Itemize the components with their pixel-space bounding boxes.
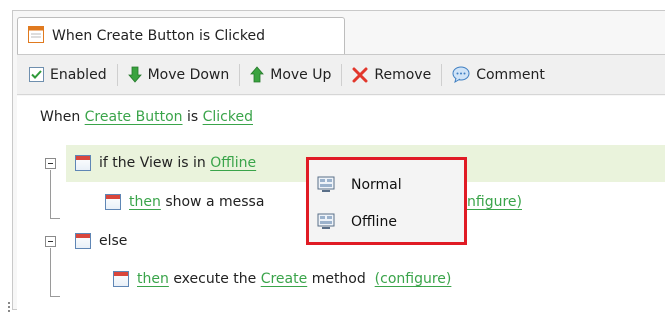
tab-when-create-button-clicked[interactable]: When Create Button is Clicked: [17, 17, 345, 54]
else-label: else: [99, 233, 128, 249]
method-link[interactable]: Create: [261, 271, 308, 287]
remove-label: Remove: [374, 66, 432, 83]
rule-icon: [28, 25, 44, 47]
toolbar: Enabled Move Down Move Up Remove Comment: [17, 54, 665, 95]
enabled-toggle[interactable]: Enabled: [27, 61, 113, 88]
comment-button[interactable]: Comment: [446, 61, 551, 88]
then-link[interactable]: then: [137, 271, 169, 287]
control-link[interactable]: Create Button: [85, 109, 183, 125]
execute-prefix: execute the: [173, 271, 257, 287]
collapse-toggle-else[interactable]: [45, 236, 56, 247]
monitor-icon: [317, 213, 335, 231]
condition-icon: [75, 155, 91, 171]
collapse-toggle-if[interactable]: [45, 158, 56, 169]
action-icon: [113, 271, 129, 287]
else-icon: [75, 233, 91, 249]
then-execute-line[interactable]: then execute the Create method (configur…: [113, 271, 451, 287]
monitor-icon: [317, 176, 335, 194]
action-icon: [105, 194, 121, 210]
toolbar-separator: [116, 63, 118, 86]
checkbox-checked-icon: [29, 67, 44, 82]
when-prefix: When: [40, 109, 81, 125]
menu-item-offline[interactable]: Offline: [317, 208, 457, 236]
tree-connector: [50, 296, 60, 297]
event-link[interactable]: Clicked: [203, 109, 253, 125]
toolbar-separator: [239, 63, 241, 86]
if-condition-line[interactable]: if the View is in Offline: [75, 155, 256, 171]
message-action-text: show a messa: [165, 194, 265, 210]
tree-connector: [50, 248, 51, 296]
move-up-label: Move Up: [270, 66, 332, 83]
tab-title: When Create Button is Clicked: [52, 28, 265, 44]
resize-grip[interactable]: [8, 302, 10, 312]
then-message-line[interactable]: then show a messa: [105, 194, 264, 210]
menu-item-normal-label: Normal: [351, 177, 402, 193]
toolbar-separator: [341, 63, 343, 86]
comment-label: Comment: [476, 66, 545, 83]
close-x-icon: [352, 67, 368, 83]
menu-item-offline-label: Offline: [351, 214, 397, 230]
condition-prefix: if the View is in: [99, 155, 206, 171]
tree-connector: [50, 218, 60, 219]
then-link[interactable]: then: [129, 194, 161, 210]
view-mode-dropdown: Normal Offline: [306, 157, 467, 245]
move-down-label: Move Down: [147, 66, 230, 83]
configure-link-partial[interactable]: nfigure): [467, 194, 522, 210]
enabled-label: Enabled: [50, 66, 107, 83]
move-down-button[interactable]: Move Down: [122, 61, 236, 88]
execute-suffix: method: [311, 271, 366, 287]
view-mode-link[interactable]: Offline: [210, 155, 256, 171]
arrow-down-icon: [127, 66, 142, 83]
else-line[interactable]: else: [75, 233, 127, 249]
menu-item-normal[interactable]: Normal: [317, 171, 457, 199]
rule-header-line: When Create Button is Clicked: [40, 109, 253, 125]
configure-partial-line: nfigure): [467, 194, 522, 210]
configure-link[interactable]: (configure): [375, 271, 452, 287]
remove-button[interactable]: Remove: [346, 61, 437, 88]
toolbar-separator: [441, 63, 443, 86]
is-word: is: [186, 109, 199, 125]
arrow-up-icon: [250, 66, 265, 83]
tree-connector: [50, 170, 51, 218]
speech-bubble-icon: [452, 66, 470, 83]
move-up-button[interactable]: Move Up: [244, 61, 337, 88]
